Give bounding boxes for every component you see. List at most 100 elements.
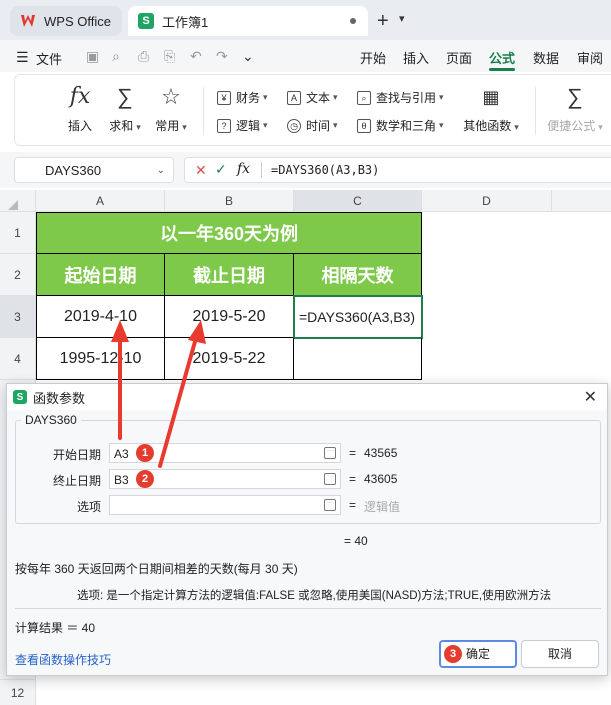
range-picker-icon[interactable] [324,447,336,459]
range-picker-icon[interactable] [324,499,336,511]
column-header-d[interactable]: D [422,190,552,212]
new-tab-plus-icon[interactable]: + [377,10,389,33]
row-header-12[interactable]: 12 [0,680,36,705]
option-description: 选项: 是一个指定计算方法的逻辑值:FALSE 或忽略,使用美国(NASD)方法… [77,590,552,602]
other-functions-button[interactable]: ▦ 其他函数 ▾ [459,83,523,134]
dialog-title-bar[interactable]: S 函数参数 ✕ [7,384,607,410]
finance-label: 财务 [236,91,261,105]
arg-option-equals: = [349,498,357,512]
column-header-a[interactable]: A [36,190,165,212]
unsaved-dot-icon[interactable] [350,18,356,24]
tab-workbook-label: 工作簿1 [162,14,209,30]
insert-function-button[interactable]: fx 插入 [63,83,97,134]
cell-a4[interactable]: 1995-12-10 [36,338,165,380]
column-header-c[interactable]: C [294,190,422,212]
cancel-button[interactable]: 取消 [521,640,599,668]
text-functions-button[interactable]: A 文本 ▾ [287,89,338,106]
column-header-b[interactable]: B [165,190,294,212]
step-badge-1: 1 [136,444,154,462]
arg-end-date-equals: = [349,472,357,486]
row-header-1[interactable]: 1 [0,212,36,254]
confirm-check-icon[interactable]: ✓ [215,161,227,178]
ok-button-label: 确定 [465,647,490,661]
sigma-icon: ∑ [117,84,133,109]
row-header-3[interactable]: 3 [0,296,36,338]
column-header-e[interactable] [552,190,611,212]
print-preview-icon[interactable]: ⎘ [164,48,175,65]
arg-start-date-result: 43565 [364,446,398,460]
formula-text: =DAYS360(A3,B3) [271,163,380,177]
ribbon-divider-2 [535,87,536,135]
cell-a3[interactable]: 2019-4-10 [36,296,165,338]
menu-item-page[interactable]: 页面 [446,48,472,67]
step-badge-3: 3 [444,645,462,663]
header-end-date[interactable]: 截止日期 [165,254,294,296]
tab-wps-label: WPS Office [44,13,111,29]
cancel-button-label: 取消 [547,647,572,661]
fx-icon: fx [69,84,91,109]
hamburger-menu-icon[interactable]: ☰ [16,49,29,66]
math-functions-button[interactable]: θ 数学和三角 ▾ [357,117,444,134]
cancel-x-icon[interactable]: ✕ [195,162,207,179]
menu-item-home[interactable]: 开始 [360,48,386,67]
time-label: 时间 [306,119,331,133]
format-painter-icon[interactable]: ⌕ [112,48,120,65]
tab-wps-office[interactable]: WPS Office [10,6,122,36]
star-icon: ☆ [161,84,181,109]
help-link[interactable]: 查看函数操作技巧 [15,651,111,668]
tab-workbook[interactable]: S 工作簿1 [128,6,368,36]
quick-formula-label: 便捷公式 [547,119,596,133]
arg-option-result: 逻辑值 [364,500,401,514]
menu-item-review[interactable]: 审阅 [577,48,603,67]
spreadsheet-icon: S [13,390,27,404]
arg-start-date-value: A3 [114,447,129,461]
redo-icon[interactable]: ↷ [216,48,228,65]
print-icon[interactable]: ⎙ [138,48,149,65]
logic-functions-button[interactable]: ? 逻辑 ▾ [217,117,268,134]
fx-icon[interactable]: fx [237,161,250,177]
text-icon: A [287,90,301,105]
autosum-button[interactable]: ∑ 求和 ▾ [105,83,145,134]
function-name-label: DAYS360 [21,413,81,427]
quick-sigma-icon: ∑ [567,84,583,109]
save-icon[interactable]: ▣ [86,48,99,65]
arg-option-label: 选项 [76,500,101,514]
menu-item-insert[interactable]: 插入 [403,48,429,67]
undo-icon[interactable]: ↶ [190,48,202,65]
arg-option-input[interactable] [109,495,341,515]
menu-item-formula[interactable]: 公式 [489,48,515,67]
formula-input[interactable]: ✕ ✓ fx =DAYS360(A3,B3) [184,157,611,183]
dialog-title: 函数参数 [33,390,86,406]
logic-icon: ? [217,118,231,133]
time-functions-button[interactable]: ◷ 时间 ▾ [287,117,338,134]
finance-functions-button[interactable]: ¥ 财务 ▾ [217,89,268,106]
title-tab-bar: WPS Office S 工作簿1 + ▾ [0,0,611,40]
header-days-between[interactable]: 相隔天数 [294,254,422,296]
cell-b3[interactable]: 2019-5-20 [165,296,294,338]
row-header-2[interactable]: 2 [0,254,36,296]
name-box-chevron-down-icon[interactable]: ⌄ [157,165,165,176]
range-picker-icon[interactable] [324,473,336,485]
menu-item-data[interactable]: 数据 [533,48,559,67]
cell-b4[interactable]: 2019-5-22 [165,338,294,380]
row-header-4[interactable]: 4 [0,338,36,380]
cell-c3-active[interactable]: =DAYS360(A3,B3) [293,295,423,339]
name-box-value: DAYS360 [45,163,102,178]
sheet-title-cell[interactable]: 以一年360天为例 [36,212,422,254]
header-start-date[interactable]: 起始日期 [36,254,165,296]
name-box[interactable]: DAYS360 ⌄ [14,157,174,183]
close-icon[interactable]: ✕ [584,387,597,407]
file-menu[interactable]: 文件 [36,49,62,68]
formula-bar: DAYS360 ⌄ ✕ ✓ fx =DAYS360(A3,B3) [0,152,611,188]
common-functions-button[interactable]: ☆ 常用 ▾ [151,83,191,134]
insert-function-label: 插入 [67,119,92,133]
formula-ribbon: fx 插入 ∑ 求和 ▾ ☆ 常用 ▾ ¥ 财务 ▾ ? 逻辑 ▾ A 文本 ▾ ◷ 时间 ▾ ⌕ 查… [14,74,611,146]
new-tab-chevron-down-icon[interactable]: ▾ [399,12,405,25]
math-label: 数学和三角 [376,119,437,133]
cell-c4[interactable] [294,338,422,380]
quick-access-chevron-down-icon[interactable]: ⌄ [242,48,254,65]
quick-formula-button[interactable]: ∑ 便捷公式 ▾ [545,83,605,134]
wps-logo-icon [20,13,36,29]
select-all-corner[interactable] [0,190,36,212]
lookup-functions-button[interactable]: ⌕ 查找与引用 ▾ [357,89,444,106]
